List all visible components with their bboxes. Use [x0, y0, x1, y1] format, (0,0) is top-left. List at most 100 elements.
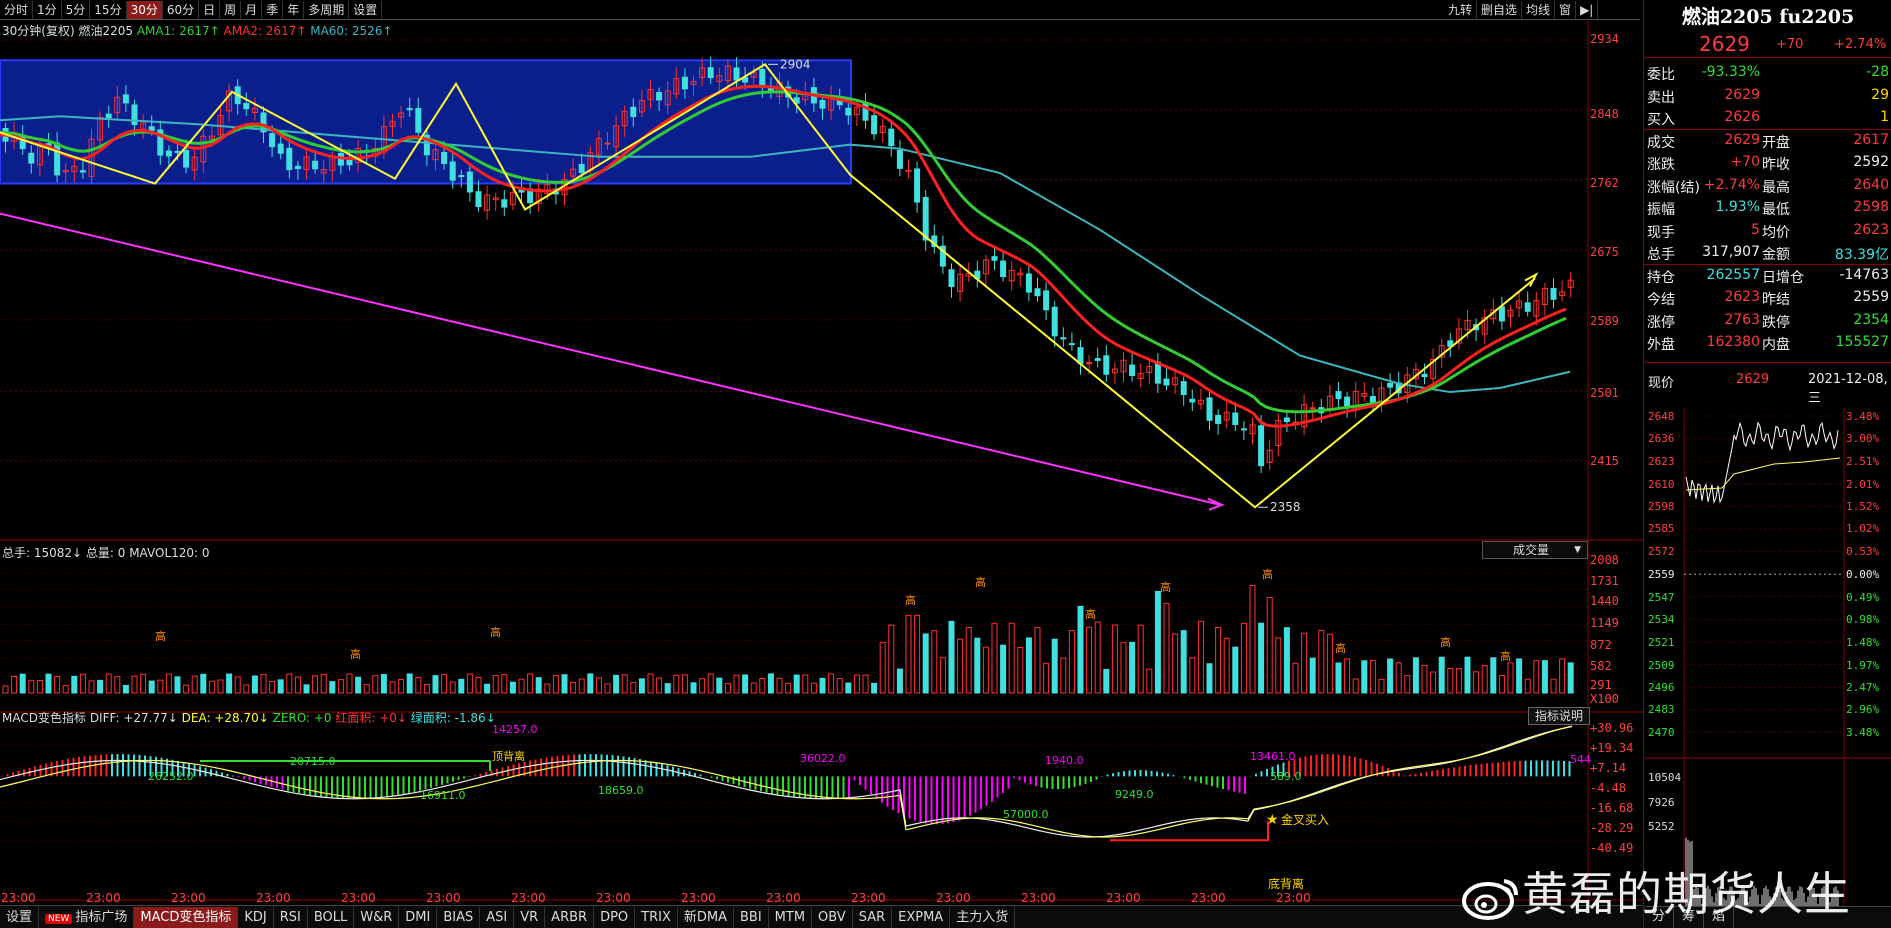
indicator-tab-13[interactable]: TRIX	[635, 907, 678, 928]
volume-bar	[98, 680, 103, 693]
volume-bar	[485, 684, 490, 693]
volume-bar	[1422, 665, 1427, 693]
indicator-tab-19[interactable]: EXPMA	[892, 907, 950, 928]
indicator-tab-2[interactable]: MACD变色指标	[134, 907, 238, 928]
candle	[270, 134, 275, 147]
period-tab-2[interactable]: 5分	[62, 1, 91, 19]
volume-bar	[639, 679, 644, 693]
volume-bar	[416, 677, 421, 693]
indicator-tab-20[interactable]: 主力入货	[950, 907, 1015, 928]
period-tab-6[interactable]: 日	[199, 1, 220, 19]
indicator-tab-11[interactable]: ARBR	[545, 907, 594, 928]
volume-bar	[958, 639, 963, 693]
volume-bar	[915, 615, 920, 693]
quote-field-label: 最低	[1762, 199, 1790, 219]
volume-high-tag: 高	[905, 593, 916, 607]
y-label: -40.49	[1590, 841, 1633, 855]
mini-left-label: 2470	[1648, 726, 1675, 739]
toolbar-right-1[interactable]: 删自选	[1477, 1, 1522, 19]
indicator-help-button[interactable]: 指标说明	[1528, 707, 1590, 725]
volume-bar	[1405, 676, 1410, 693]
toolbar-right-2[interactable]: 均线	[1522, 1, 1555, 19]
volume-bar	[1525, 679, 1530, 693]
macd-area-label: 20715.0	[290, 755, 336, 768]
candle	[708, 68, 713, 78]
volume-bar	[1224, 638, 1229, 693]
candle	[1370, 396, 1375, 402]
quote-row: 涨跌 +70 昨收 2592	[1644, 152, 1891, 174]
top-right-toolbar: 九转 删自选 均线窗 ▶|	[1444, 0, 1598, 20]
quote-field-label: 现手	[1647, 222, 1675, 242]
indicator-tab-16[interactable]: MTM	[769, 907, 812, 928]
candle	[1061, 338, 1066, 339]
period-tab-10[interactable]: 年	[283, 1, 304, 19]
indicator-tab-5[interactable]: BOLL	[308, 907, 354, 928]
macd-area-label: 13461.0	[1250, 750, 1296, 763]
quote-field-value: 1.93%	[1716, 199, 1760, 215]
macd-area-label: 544	[1570, 753, 1591, 766]
indicator-tab-17[interactable]: OBV	[812, 907, 853, 928]
period-tab-1[interactable]: 1分	[33, 1, 62, 19]
period-tab-0[interactable]: 分时	[0, 1, 33, 19]
indicator-tab-label: 主力入货	[956, 910, 1008, 925]
current-price-value: 2629	[1736, 372, 1769, 387]
volume-bar	[631, 683, 636, 693]
indicator-tab-12[interactable]: DPO	[594, 907, 635, 928]
quote-row: 总手 317,907 金额 83.39亿	[1644, 242, 1891, 264]
volume-bar	[648, 674, 653, 693]
volume-bar	[338, 680, 343, 693]
indicator-tab-14[interactable]: 新DMA	[678, 907, 734, 928]
volume-bar	[467, 674, 472, 693]
volume-bar	[1439, 657, 1444, 693]
period-tab-8[interactable]: 月	[241, 1, 262, 19]
volume-bar	[235, 677, 240, 693]
macd-red-area: 红面积: +0↓	[335, 711, 407, 725]
indicator-tab-8[interactable]: BIAS	[437, 907, 480, 928]
period-toolbar: 分时 1分 5分 15分 30分 60分日周月季年多周期 设置	[0, 0, 1640, 20]
candle	[1336, 392, 1341, 399]
mini-right-label: 1.48%	[1846, 636, 1879, 649]
candle	[184, 151, 189, 168]
period-tab-12[interactable]: 设置	[349, 1, 382, 19]
candle	[872, 116, 877, 134]
indicator-tab-1[interactable]: NEW 指标广场	[39, 907, 134, 928]
volume-high-tag: 高	[1335, 641, 1346, 655]
quote-field-value: 2559	[1853, 289, 1889, 305]
indicator-tab-18[interactable]: SAR	[853, 907, 892, 928]
candle	[923, 197, 928, 240]
quote-field-label: 最高	[1762, 177, 1790, 197]
volume-bar	[743, 675, 748, 693]
indicator-tab-4[interactable]: RSI	[274, 907, 308, 928]
indicator-tab-0[interactable]: 设置	[0, 907, 39, 928]
period-tab-11[interactable]: 多周期	[304, 1, 349, 19]
indicator-tab-9[interactable]: ASI	[480, 907, 514, 928]
quote-price-row: 2629 +70 +2.74%	[1644, 30, 1891, 58]
period-tab-7[interactable]: 周	[220, 1, 241, 19]
indicator-tab-7[interactable]: DMI	[399, 907, 437, 928]
indicator-tab-10[interactable]: VR	[514, 907, 545, 928]
indicator-tab-15[interactable]: BBI	[734, 907, 769, 928]
period-tab-4[interactable]: 30分	[127, 1, 163, 19]
mini-right-label: 2.51%	[1846, 455, 1879, 468]
toolbar-right-0[interactable]: 九转	[1444, 1, 1477, 19]
candle	[915, 169, 920, 202]
quote-price: 2629	[1699, 32, 1750, 56]
panel-toggle-icon[interactable]: ▶|	[1576, 1, 1598, 19]
y-label: 1731	[1590, 574, 1619, 588]
period-tab-5[interactable]: 60分	[163, 1, 199, 19]
volume-bar	[381, 675, 386, 693]
candle	[992, 257, 997, 261]
volume-bar	[872, 683, 877, 693]
volume-bar	[1319, 630, 1324, 693]
quote-pct: +2.74%	[1834, 37, 1886, 52]
indicator-tab-6[interactable]: W&R	[354, 907, 399, 928]
volume-bar	[1018, 648, 1023, 693]
quote-field-label: 开盘	[1762, 132, 1790, 152]
indicator-tab-3[interactable]: KDJ	[238, 907, 273, 928]
volume-indicator-dropdown[interactable]: 成交量 ▼	[1482, 541, 1588, 559]
period-tab-3[interactable]: 15分	[90, 1, 126, 19]
period-tab-9[interactable]: 季	[262, 1, 283, 19]
indicator-tab-label: BIAS	[443, 910, 473, 925]
toolbar-right-3[interactable]: 窗	[1555, 1, 1576, 19]
mini-left-label: 5252	[1648, 820, 1675, 833]
